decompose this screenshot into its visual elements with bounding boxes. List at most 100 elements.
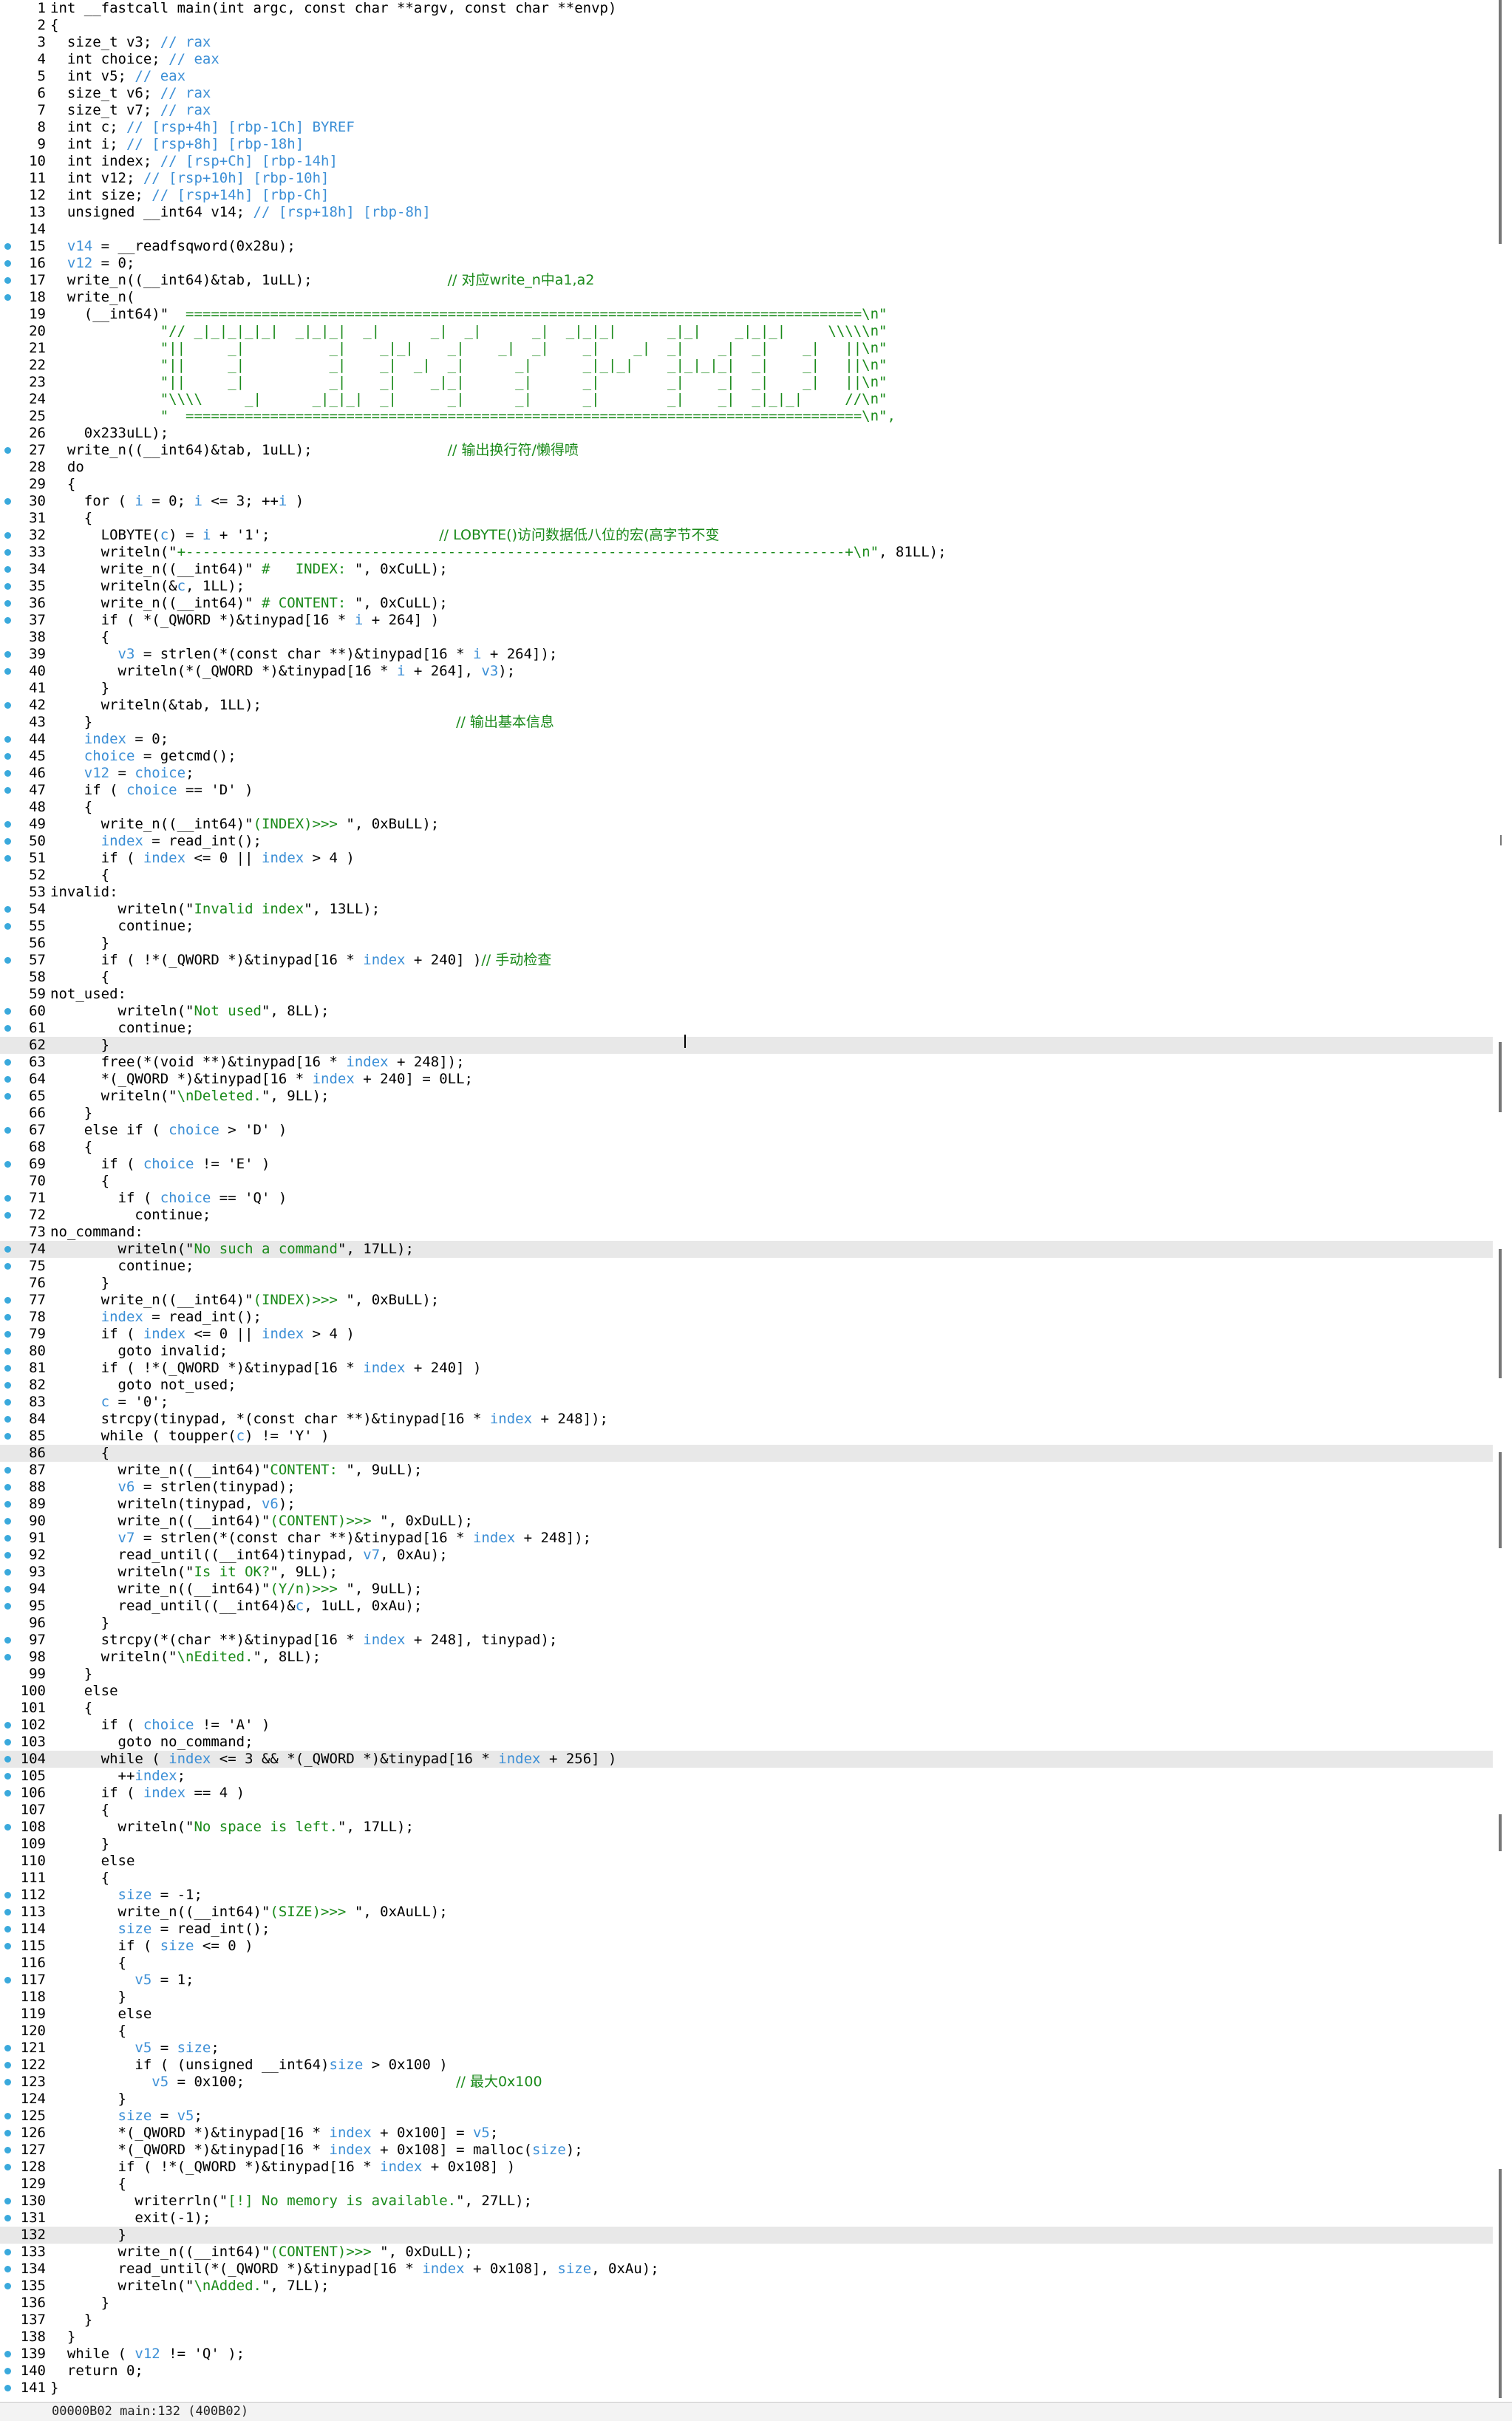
code-line[interactable]: 54 writeln("Invalid index", 13LL);	[0, 901, 1493, 918]
code-line[interactable]: 45 choice = getcmd();	[0, 748, 1493, 765]
code-line[interactable]: 139 while ( v12 != 'Q' );	[0, 2346, 1493, 2363]
code-line[interactable]: 35 writeln(&c, 1LL);	[0, 578, 1493, 595]
code-line[interactable]: 6 size_t v6; // rax	[0, 85, 1493, 102]
code-line[interactable]: 61 continue;	[0, 1020, 1493, 1037]
code-line[interactable]: 44 index = 0;	[0, 731, 1493, 748]
code-line[interactable]: 132 }	[0, 2227, 1493, 2244]
code-line[interactable]: 116 {	[0, 1955, 1493, 1972]
code-line[interactable]: 52 {	[0, 867, 1493, 884]
code-line[interactable]: 71 if ( choice == 'Q' )	[0, 1190, 1493, 1207]
code-line[interactable]: 119 else	[0, 2006, 1493, 2023]
code-line[interactable]: 49 write_n((__int64)"(INDEX)>>> ", 0xBuL…	[0, 816, 1493, 833]
code-line[interactable]: 125 size = v5;	[0, 2108, 1493, 2125]
code-line[interactable]: 136 }	[0, 2295, 1493, 2312]
code-line[interactable]: 127 *(_QWORD *)&tinypad[16 * index + 0x1…	[0, 2142, 1493, 2159]
code-line[interactable]: 34 write_n((__int64)" # INDEX: ", 0xCuLL…	[0, 561, 1493, 578]
code-line[interactable]: 23 "|| _| _| _| _|_| _| _| _| _| _| _| |…	[0, 374, 1493, 391]
code-line[interactable]: 89 writeln(tinypad, v6);	[0, 1496, 1493, 1513]
code-line[interactable]: 118 }	[0, 1989, 1493, 2006]
code-line[interactable]: 131 exit(-1);	[0, 2210, 1493, 2227]
code-line[interactable]: 26 0x233uLL);	[0, 425, 1493, 442]
code-line[interactable]: 121 v5 = size;	[0, 2040, 1493, 2057]
code-line[interactable]: 67 else if ( choice > 'D' )	[0, 1122, 1493, 1139]
code-line[interactable]: 7 size_t v7; // rax	[0, 102, 1493, 119]
code-line[interactable]: 5 int v5; // eax	[0, 68, 1493, 85]
code-line[interactable]: 68 {	[0, 1139, 1493, 1156]
code-line[interactable]: 81 if ( !*(_QWORD *)&tinypad[16 * index …	[0, 1360, 1493, 1377]
code-line[interactable]: 29 {	[0, 476, 1493, 493]
code-line[interactable]: 69 if ( choice != 'E' )	[0, 1156, 1493, 1173]
code-line[interactable]: 109 }	[0, 1836, 1493, 1853]
code-line[interactable]: 48 {	[0, 799, 1493, 816]
code-line[interactable]: 63 free(*(void **)&tinypad[16 * index + …	[0, 1054, 1493, 1071]
code-line[interactable]: 82 goto not_used;	[0, 1377, 1493, 1394]
code-line[interactable]: 56 }	[0, 935, 1493, 952]
code-line[interactable]: 42 writeln(&tab, 1LL);	[0, 697, 1493, 714]
code-line[interactable]: 79 if ( index <= 0 || index > 4 )	[0, 1326, 1493, 1343]
code-line[interactable]: 110 else	[0, 1853, 1493, 1870]
code-line[interactable]: 120 {	[0, 2023, 1493, 2040]
code-line[interactable]: 106 if ( index == 4 )	[0, 1785, 1493, 1802]
code-line[interactable]: 10 int index; // [rsp+Ch] [rbp-14h]	[0, 153, 1493, 170]
code-line[interactable]: 98 writeln("\nEdited.", 8LL);	[0, 1649, 1493, 1666]
code-line[interactable]: 86 {	[0, 1445, 1493, 1462]
code-line[interactable]: 59 not_used:	[0, 986, 1493, 1003]
code-line[interactable]: 129 {	[0, 2176, 1493, 2193]
code-line[interactable]: 32 LOBYTE(c) = i + '1'; // LOBYTE()访问数据低…	[0, 527, 1493, 544]
code-line[interactable]: 12 int size; // [rsp+14h] [rbp-Ch]	[0, 187, 1493, 204]
code-line[interactable]: 88 v6 = strlen(tinypad);	[0, 1479, 1493, 1496]
code-line[interactable]: 65 writeln("\nDeleted.", 9LL);	[0, 1088, 1493, 1105]
code-line[interactable]: 24 "\\\\ _| _|_|_| _| _| _| _| _| _| _|_…	[0, 391, 1493, 408]
code-line[interactable]: 130 writerrln("[!] No memory is availabl…	[0, 2193, 1493, 2210]
code-line[interactable]: 53 invalid:	[0, 884, 1493, 901]
code-line[interactable]: 113 write_n((__int64)"(SIZE)>>> ", 0xAuL…	[0, 1904, 1493, 1921]
code-line[interactable]: 38 {	[0, 629, 1493, 646]
code-line[interactable]: 66 }	[0, 1105, 1493, 1122]
code-line[interactable]: 62 }	[0, 1037, 1493, 1054]
code-line[interactable]: 37 if ( *(_QWORD *)&tinypad[16 * i + 264…	[0, 612, 1493, 629]
code-line[interactable]: 3 size_t v3; // rax	[0, 34, 1493, 51]
code-line[interactable]: 85 while ( toupper(c) != 'Y' )	[0, 1428, 1493, 1445]
code-line[interactable]: 36 write_n((__int64)" # CONTENT: ", 0xCu…	[0, 595, 1493, 612]
code-line[interactable]: 114 size = read_int();	[0, 1921, 1493, 1938]
code-line[interactable]: 51 if ( index <= 0 || index > 4 )	[0, 850, 1493, 867]
code-line[interactable]: 92 read_until((__int64)tinypad, v7, 0xAu…	[0, 1547, 1493, 1564]
code-line[interactable]: 8 int c; // [rsp+4h] [rbp-1Ch] BYREF	[0, 119, 1493, 136]
code-line[interactable]: 91 v7 = strlen(*(const char **)&tinypad[…	[0, 1530, 1493, 1547]
code-line[interactable]: 17 write_n((__int64)&tab, 1uLL); // 对应wr…	[0, 272, 1493, 289]
pseudocode-editor[interactable]: 1 int __fastcall main(int argc, const cha…	[0, 0, 1493, 2398]
code-line[interactable]: 1 int __fastcall main(int argc, const cha…	[0, 0, 1493, 17]
code-line[interactable]: 58 {	[0, 969, 1493, 986]
code-line[interactable]: 102 if ( choice != 'A' )	[0, 1717, 1493, 1734]
code-line[interactable]: 135 writeln("\nAdded.", 7LL);	[0, 2278, 1493, 2295]
code-line[interactable]: 117 v5 = 1;	[0, 1972, 1493, 1989]
code-line[interactable]: 20 "// _|_|_|_|_| _|_|_| _| _| _| _| _|_…	[0, 323, 1493, 340]
code-line[interactable]: 39 v3 = strlen(*(const char **)&tinypad[…	[0, 646, 1493, 663]
code-line[interactable]: 2{	[0, 17, 1493, 34]
code-line[interactable]: 140 return 0;	[0, 2363, 1493, 2380]
code-line[interactable]: 14	[0, 221, 1493, 238]
code-line[interactable]: 103 goto no_command;	[0, 1734, 1493, 1751]
code-line[interactable]: 133 write_n((__int64)"(CONTENT)>>> ", 0x…	[0, 2244, 1493, 2261]
code-line[interactable]: 75 continue;	[0, 1258, 1493, 1275]
code-line[interactable]: 124 }	[0, 2091, 1493, 2108]
code-line[interactable]: 25 " ===================================…	[0, 408, 1493, 425]
code-line[interactable]: 9 int i; // [rsp+8h] [rbp-18h]	[0, 136, 1493, 153]
code-line[interactable]: 105 ++index;	[0, 1768, 1493, 1785]
code-line[interactable]: 138 }	[0, 2329, 1493, 2346]
code-line[interactable]: 76 }	[0, 1275, 1493, 1292]
code-line[interactable]: 104 while ( index <= 3 && *(_QWORD *)&ti…	[0, 1751, 1493, 1768]
code-line[interactable]: 141}	[0, 2380, 1493, 2397]
code-line[interactable]: 60 writeln("Not used", 8LL);	[0, 1003, 1493, 1020]
code-line[interactable]: 78 index = read_int();	[0, 1309, 1493, 1326]
code-line[interactable]: 18 write_n(	[0, 289, 1493, 306]
vertical-scrollbar[interactable]	[1496, 0, 1512, 2398]
code-line[interactable]: 72 continue;	[0, 1207, 1493, 1224]
code-line[interactable]: 33 writeln("+---------------------------…	[0, 544, 1493, 561]
code-line[interactable]: 31 {	[0, 510, 1493, 527]
code-line[interactable]: 13 unsigned __int64 v14; // [rsp+18h] [r…	[0, 204, 1493, 221]
code-line[interactable]: 64 *(_QWORD *)&tinypad[16 * index + 240]…	[0, 1071, 1493, 1088]
code-line[interactable]: 123 v5 = 0x100; // 最大0x100	[0, 2074, 1493, 2091]
code-line[interactable]: 108 writeln("No space is left.", 17LL);	[0, 1819, 1493, 1836]
code-line[interactable]: 83 c = '0';	[0, 1394, 1493, 1411]
